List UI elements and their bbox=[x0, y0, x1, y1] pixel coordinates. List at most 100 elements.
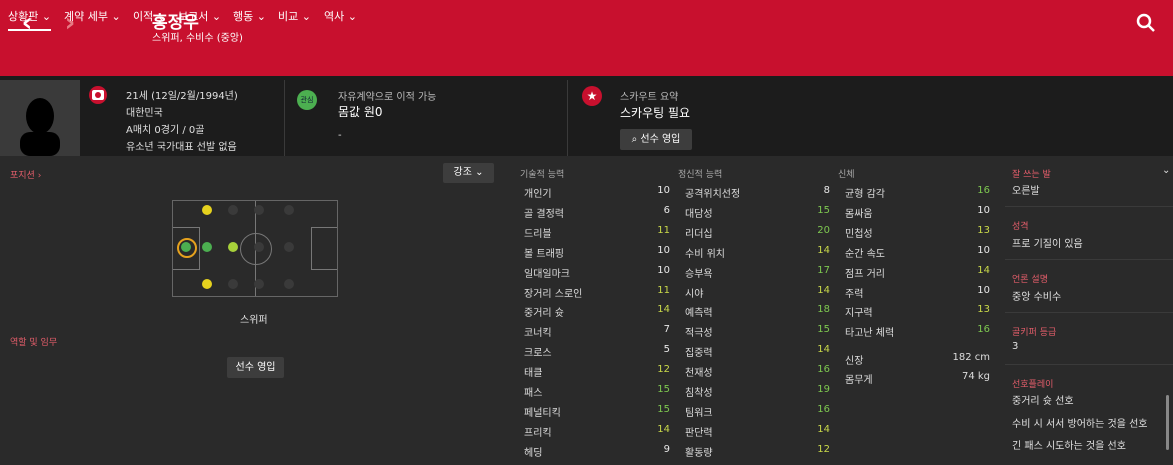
attribute-name: 천재성 bbox=[685, 368, 713, 380]
tab-history[interactable]: 역사 ⌄ bbox=[324, 8, 357, 24]
weight-value: 74 kg bbox=[961, 371, 990, 382]
attribute-value: 19 bbox=[817, 384, 830, 395]
attribute-value: 10 bbox=[657, 185, 670, 196]
foot-value: 오른발 bbox=[1012, 186, 1040, 197]
pref-item: 긴 패스 시도하는 것을 선호 bbox=[1012, 441, 1126, 452]
position-dot bbox=[228, 279, 238, 289]
attribute-name: 헤딩 bbox=[524, 447, 543, 459]
tab-bar bbox=[0, 47, 1173, 76]
attribute-name: 대담성 bbox=[685, 208, 713, 220]
attribute-value: 14 bbox=[657, 304, 670, 316]
scout-title: 스카우트 요약 bbox=[620, 92, 679, 103]
interest-badge: 관심 bbox=[297, 90, 317, 110]
highlight-dropdown[interactable]: 강조 ⌄ bbox=[443, 163, 494, 183]
scrollbar[interactable] bbox=[1166, 395, 1169, 450]
weight-label: 몸무게 bbox=[845, 375, 873, 386]
attribute-value: 9 bbox=[663, 443, 670, 455]
scout-summary: 스카우팅 필요 bbox=[620, 106, 691, 120]
attribute-value: 15 bbox=[657, 403, 670, 415]
position-dot bbox=[202, 242, 212, 252]
attribute-value: 16 bbox=[977, 185, 990, 196]
position-label[interactable]: 포지션 › bbox=[10, 168, 41, 181]
attribute-value: 11 bbox=[657, 284, 670, 296]
pref-item: 중거리 슛 선호 bbox=[1012, 396, 1074, 407]
tab-contract[interactable]: 계약 세부 ⌄ bbox=[64, 8, 121, 24]
caps: A매치 0경기 / 0골 bbox=[126, 125, 205, 136]
tab-transfer[interactable]: 이적 ⌄ bbox=[133, 8, 166, 24]
attribute-value: 14 bbox=[817, 344, 830, 356]
tab-compare[interactable]: 비교 ⌄ bbox=[278, 8, 311, 24]
attribute-name: 중거리 슛 bbox=[524, 308, 564, 320]
grade-label: 골키퍼 등급 bbox=[1012, 328, 1057, 338]
attribute-name: 예측력 bbox=[685, 308, 713, 320]
attribute-value: 10 bbox=[657, 244, 670, 256]
attribute-name: 타고난 체력 bbox=[845, 328, 895, 340]
attribute-value: 10 bbox=[977, 244, 990, 256]
attribute-name: 코너킥 bbox=[524, 328, 552, 340]
search-icon: ⌕ bbox=[631, 134, 638, 145]
attribute-value: 15 bbox=[657, 384, 670, 395]
position-dot bbox=[202, 279, 212, 289]
star-icon: ★ bbox=[582, 86, 602, 106]
attribute-name: 팀워크 bbox=[685, 407, 713, 419]
attribute-name: 순간 속도 bbox=[845, 248, 885, 260]
position-name: 스위퍼 bbox=[240, 315, 268, 326]
tab-actions[interactable]: 행동 ⌄ bbox=[233, 8, 266, 24]
attribute-name: 적극성 bbox=[685, 328, 713, 340]
attribute-value: 14 bbox=[817, 284, 830, 296]
attribute-name: 태클 bbox=[524, 368, 543, 380]
age-line: 21세 (12일/2월/1994년) bbox=[126, 91, 238, 102]
attribute-value: 11 bbox=[657, 224, 670, 236]
attribute-value: 16 bbox=[977, 324, 990, 336]
transfer-status: 자유계약으로 이적 가능 bbox=[338, 92, 437, 103]
pref-item: 수비 시 서서 방어하는 것을 선호 bbox=[1012, 419, 1148, 430]
player-silhouette-icon bbox=[20, 98, 60, 156]
search-icon[interactable] bbox=[1135, 12, 1157, 34]
attribute-name: 활동량 bbox=[685, 447, 713, 459]
nation[interactable]: 대한민국 bbox=[126, 104, 163, 119]
attribute-name: 골 결정력 bbox=[524, 208, 564, 220]
tab-reports[interactable]: 보고서 ⌄ bbox=[178, 8, 221, 24]
attribute-value: 18 bbox=[817, 304, 830, 316]
attribute-value: 16 bbox=[817, 403, 830, 415]
chevron-down-icon[interactable]: ⌄ bbox=[1162, 165, 1170, 176]
attribute-name: 점프 거리 bbox=[845, 268, 885, 280]
attribute-name: 크로스 bbox=[524, 348, 552, 360]
sign-player-button[interactable]: 선수 영입 bbox=[227, 357, 284, 378]
position-dot bbox=[228, 242, 238, 252]
attribute-name: 패스 bbox=[524, 388, 543, 399]
physical-title: 신체 bbox=[838, 170, 855, 180]
attribute-value: 14 bbox=[977, 264, 990, 276]
attribute-value: 6 bbox=[663, 204, 670, 216]
attribute-name: 드리블 bbox=[524, 228, 552, 240]
tab-overview[interactable]: 상황판 ⌄ bbox=[8, 8, 52, 31]
attribute-value: 12 bbox=[657, 364, 670, 376]
attribute-name: 리더십 bbox=[685, 228, 713, 240]
position-dot bbox=[254, 205, 264, 215]
attribute-name: 판단력 bbox=[685, 427, 713, 439]
attribute-value: 7 bbox=[663, 324, 670, 336]
attribute-name: 승부욕 bbox=[685, 268, 713, 280]
personality-label: 성격 bbox=[1012, 222, 1029, 232]
attribute-name: 집중력 bbox=[685, 348, 713, 360]
mental-title: 정신적 능력 bbox=[678, 170, 723, 180]
attribute-value: 14 bbox=[657, 423, 670, 435]
technical-title: 기술적 능력 bbox=[520, 170, 565, 180]
attribute-value: 12 bbox=[817, 443, 830, 455]
attribute-name: 지구력 bbox=[845, 308, 873, 320]
attribute-value: 8 bbox=[823, 185, 830, 196]
attribute-value: 14 bbox=[817, 423, 830, 435]
attribute-value: 16 bbox=[817, 364, 830, 376]
attribute-value: 15 bbox=[817, 204, 830, 216]
scout-sign-button[interactable]: ⌕ 선수 영입 bbox=[620, 129, 692, 150]
grade-value: 3 bbox=[1012, 341, 1019, 352]
attribute-value: 14 bbox=[817, 244, 830, 256]
attribute-value: 17 bbox=[817, 264, 830, 276]
attribute-value: 13 bbox=[977, 304, 990, 316]
position-dot bbox=[254, 279, 264, 289]
position-dot bbox=[284, 279, 294, 289]
foot-label: 잘 쓰는 발 bbox=[1012, 170, 1051, 180]
attribute-name: 장거리 스로인 bbox=[524, 288, 583, 300]
attribute-name: 페널티킥 bbox=[524, 407, 561, 419]
attribute-value: 20 bbox=[817, 224, 830, 236]
